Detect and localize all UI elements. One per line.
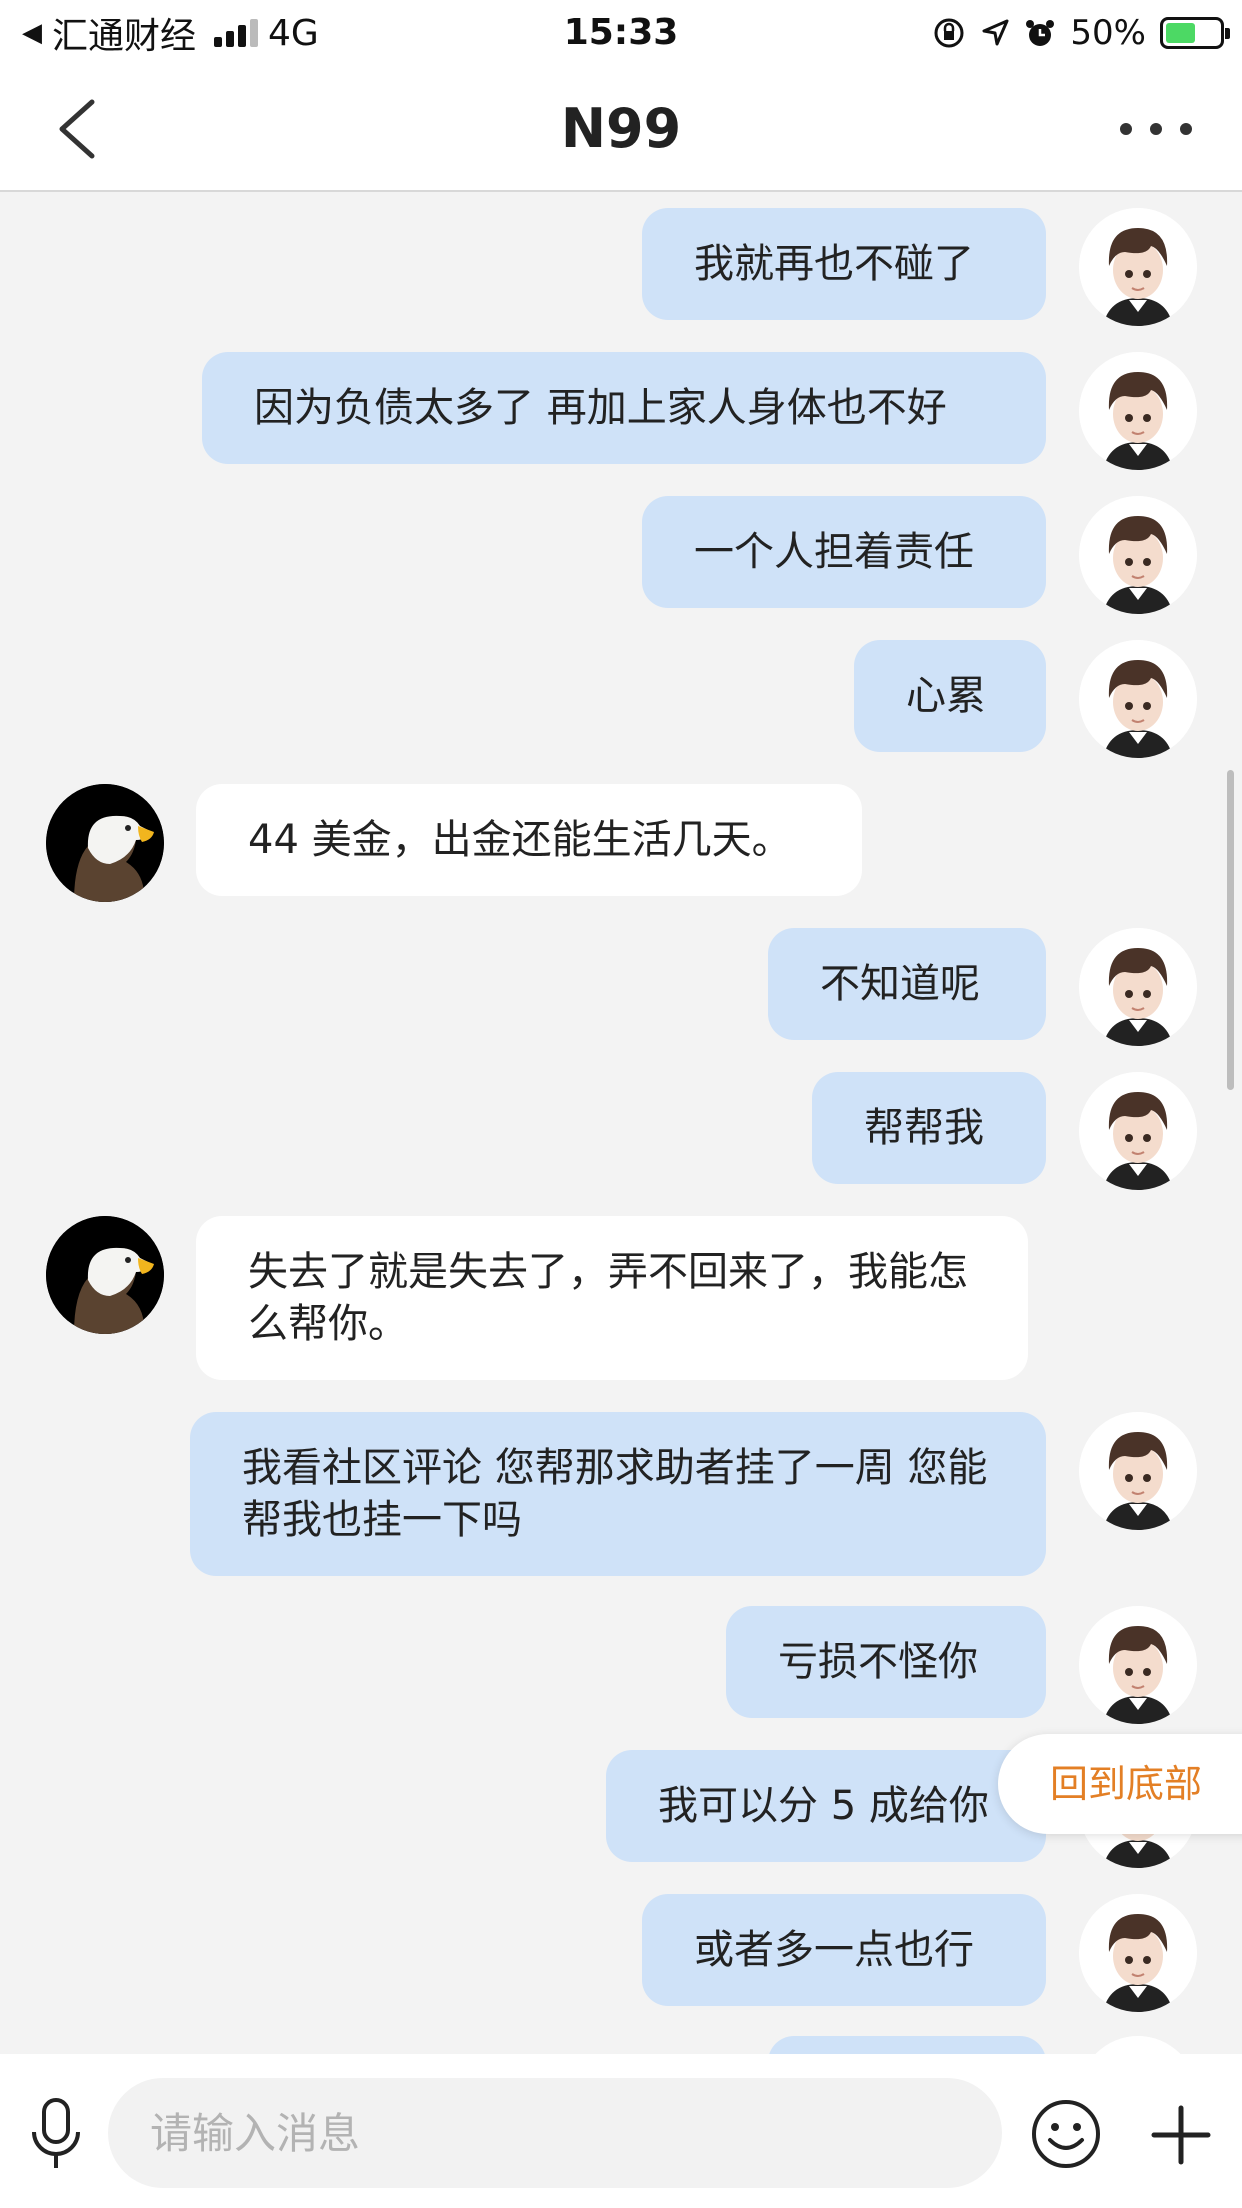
battery-icon	[1160, 17, 1230, 49]
my-avatar[interactable]	[1079, 496, 1197, 614]
nav-bar: N99	[0, 66, 1242, 192]
message-bubble-sent[interactable]: 一个人担着责任	[642, 496, 1046, 608]
message-text: 因为负债太多了 再加上家人身体也不好	[254, 385, 947, 431]
my-avatar[interactable]	[1079, 208, 1197, 326]
rotation-lock-icon	[934, 18, 964, 48]
plus-icon[interactable]	[1150, 2104, 1212, 2166]
message-text: 或者多一点也行	[694, 1927, 974, 1973]
message-bubble-sent[interactable]: 我看社区评论 您帮那求助者挂了一周 您能帮我也挂一下吗	[190, 1412, 1046, 1576]
scrollbar[interactable]	[1227, 770, 1234, 1090]
message-bubble-sent[interactable]: 我就再也不碰了	[642, 208, 1046, 320]
message-text: 失去了就是失去了，弄不回来了，我能怎么帮你。	[248, 1249, 968, 1347]
message-bubble-sent[interactable]: 心累	[854, 640, 1046, 752]
more-options-icon[interactable]	[1120, 116, 1192, 142]
my-avatar[interactable]	[1079, 1894, 1197, 2012]
status-bar: ◀ 汇通财经 4G 15:33 50%	[0, 0, 1242, 66]
contact-avatar-eagle[interactable]	[46, 784, 164, 902]
my-avatar[interactable]	[1079, 928, 1197, 1046]
message-bubble-sent[interactable]: 我可以分 5 成给你	[606, 1750, 1046, 1862]
my-avatar[interactable]	[1079, 640, 1197, 758]
my-avatar[interactable]	[1079, 2036, 1197, 2054]
chat-title: N99	[560, 97, 682, 160]
message-text: 我看社区评论 您帮那求助者挂了一周 您能帮我也挂一下吗	[242, 1445, 988, 1543]
microphone-icon[interactable]	[26, 2094, 86, 2174]
my-avatar[interactable]	[1079, 352, 1197, 470]
my-avatar[interactable]	[1079, 1606, 1197, 1724]
message-bubble-sent[interactable]: 亏损不怪你	[726, 1606, 1046, 1718]
message-bubble-sent[interactable]: 不知道呢	[768, 928, 1046, 1040]
alarm-icon	[1026, 20, 1055, 46]
message-bubble-sent[interactable]: 帮帮我	[812, 1072, 1046, 1184]
message-text: 我可以分 5 成给你	[658, 1783, 989, 1829]
message-text: 亏损不怪你	[778, 1639, 978, 1685]
message-text: 心累	[906, 673, 986, 719]
back-to-bottom-button[interactable]: 回到底部	[998, 1734, 1242, 1834]
message-text: 一个人担着责任	[694, 529, 974, 575]
location-icon	[982, 19, 1009, 46]
message-text: 44 美金，出金还能生活几天。	[248, 817, 792, 863]
message-text: 不知道呢	[820, 961, 980, 1007]
contact-avatar-eagle[interactable]	[46, 1216, 164, 1334]
input-bar	[0, 2054, 1242, 2208]
message-bubble-sent[interactable]: 因为负债太多了 再加上家人身体也不好	[202, 352, 1046, 464]
battery-percent: 50%	[1070, 13, 1146, 53]
message-text: 帮帮我	[864, 1105, 984, 1151]
message-bubble-received[interactable]: 失去了就是失去了，弄不回来了，我能怎么帮你。	[196, 1216, 1028, 1380]
status-right: 50%	[932, 8, 1230, 58]
my-avatar[interactable]	[1079, 1072, 1197, 1190]
message-input[interactable]	[108, 2078, 1002, 2188]
message-bubble-sent[interactable]	[768, 2036, 1046, 2054]
my-avatar[interactable]	[1079, 1412, 1197, 1530]
emoji-icon[interactable]	[1030, 2098, 1102, 2170]
message-text: 我就再也不碰了	[694, 241, 974, 287]
battery-fill	[1166, 23, 1195, 43]
message-bubble-sent[interactable]: 或者多一点也行	[642, 1894, 1046, 2006]
message-bubble-received[interactable]: 44 美金，出金还能生活几天。	[196, 784, 862, 896]
